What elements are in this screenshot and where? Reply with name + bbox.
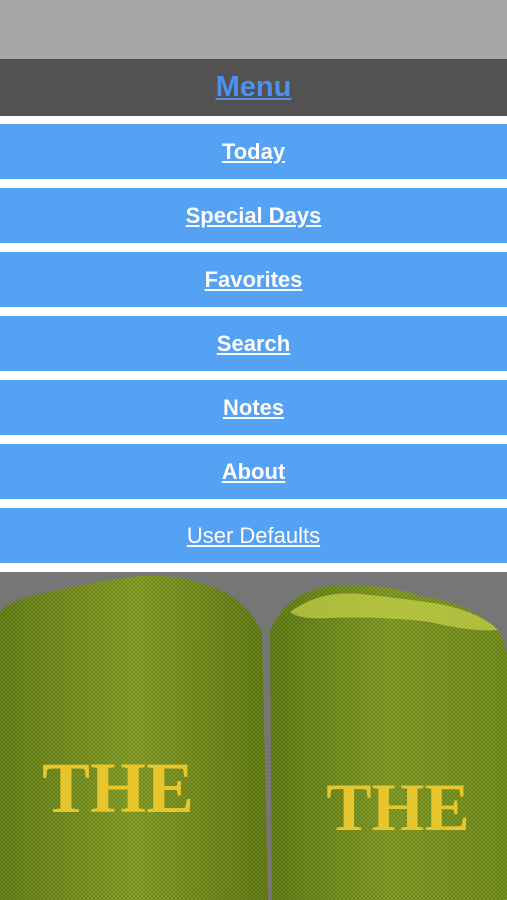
book-right-title: THE [326,769,470,845]
menu-item-search[interactable]: Search [0,316,507,371]
menu-item-label: Today [221,138,286,164]
menu-item-label: About [221,458,286,484]
menu-item-label: Special Days [185,202,322,228]
status-bar [0,0,507,59]
menu-item-today[interactable]: Today [0,124,507,179]
menu-item-label: Notes [222,394,285,420]
book-left: THE [0,575,268,900]
menu-item-label: Search [216,330,291,356]
menu-item-label: User Defaults [186,522,321,548]
menu-item-special-days[interactable]: Special Days [0,188,507,243]
menu-title-link[interactable]: Menu [216,71,292,104]
book-left-title: THE [42,748,194,828]
menu-item-label: Favorites [204,266,303,292]
books-image: THE THE [0,572,507,900]
menu-item-user-defaults[interactable]: User Defaults [0,508,507,563]
menu-item-favorites[interactable]: Favorites [0,252,507,307]
menu-item-about[interactable]: About [0,444,507,499]
menu-header: Menu [0,59,507,116]
book-right: THE [270,585,507,900]
menu-item-notes[interactable]: Notes [0,380,507,435]
